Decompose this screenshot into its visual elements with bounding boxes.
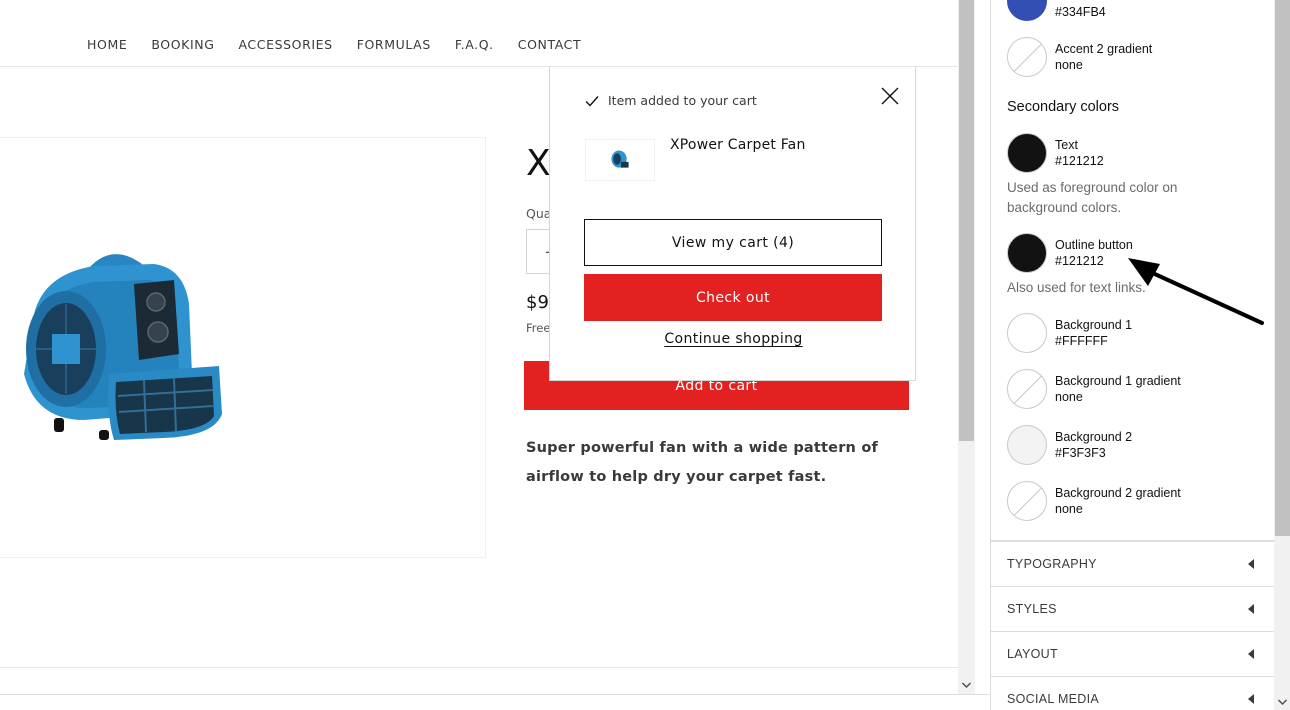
color-swatch-dark[interactable] — [1007, 233, 1047, 273]
swatch-value: #121212 — [1055, 254, 1104, 268]
cart-notification: Item added to your cart XPower Carpet Fa… — [549, 67, 916, 381]
secondary-colors-heading: Secondary colors — [1007, 99, 1120, 115]
swatch-name: Background 1 gradient — [1055, 374, 1181, 388]
nav-formulas-link[interactable]: FORMULAS — [357, 37, 431, 53]
swatch-value: none — [1055, 390, 1083, 404]
footer-divider — [0, 667, 958, 668]
cart-item-name: XPower Carpet Fan — [670, 137, 806, 153]
theme-settings-panel: #334FB4 Accent 2 gradient none Secondary… — [990, 0, 1290, 710]
swatch-row-background1-gradient[interactable]: Background 1 gradient none — [1007, 369, 1181, 409]
swatch-value: none — [1055, 58, 1083, 72]
scroll-down-arrow-icon[interactable] — [1277, 697, 1288, 707]
swatch-name: Background 2 gradient — [1055, 486, 1181, 500]
nav-accessories-link[interactable]: ACCESSORIES — [238, 37, 332, 53]
swatch-value: #334FB4 — [1055, 5, 1106, 19]
caret-left-icon — [1248, 649, 1254, 659]
section-label: SOCIAL MEDIA — [1007, 692, 1100, 706]
caret-left-icon — [1248, 604, 1254, 614]
swatch-name: Outline button — [1055, 238, 1133, 252]
nav-contact-link[interactable]: CONTACT — [518, 37, 581, 53]
color-swatch-none[interactable] — [1007, 37, 1047, 77]
view-cart-button[interactable]: View my cart (4) — [584, 219, 882, 266]
preview-scrollbar-thumb[interactable] — [959, 0, 974, 441]
section-typography[interactable]: TYPOGRAPHY — [991, 541, 1274, 586]
section-label: LAYOUT — [1007, 647, 1058, 661]
section-styles[interactable]: STYLES — [991, 586, 1274, 631]
swatch-row-outline-button[interactable]: Outline button #121212 — [1007, 233, 1133, 273]
swatch-row-background2-gradient[interactable]: Background 2 gradient none — [1007, 481, 1181, 521]
product-image-carpet-fan[interactable] — [14, 244, 224, 444]
swatch-name: Accent 2 gradient — [1055, 42, 1153, 56]
section-label: STYLES — [1007, 602, 1057, 616]
swatch-row-text[interactable]: Text #121212 — [1007, 133, 1104, 173]
quantity-label: Qua — [526, 206, 552, 221]
swatch-value: none — [1055, 502, 1083, 516]
caret-left-icon — [1248, 559, 1254, 569]
swatch-value: #FFFFFF — [1055, 334, 1108, 348]
preview-bottom-edge — [0, 694, 990, 695]
caret-left-icon — [1248, 694, 1254, 704]
main-nav: HOME BOOKING ACCESSORIES FORMULAS F.A.Q.… — [87, 37, 605, 53]
storefront-preview: HOME BOOKING ACCESSORIES FORMULAS F.A.Q.… — [0, 0, 958, 694]
color-swatch-light[interactable] — [1007, 425, 1047, 465]
swatch-name: Text — [1055, 138, 1078, 152]
panel-scrollbar[interactable] — [1274, 0, 1290, 710]
section-social-media[interactable]: SOCIAL MEDIA — [991, 676, 1274, 710]
swatch-row-accent2-gradient[interactable]: Accent 2 gradient none — [1007, 37, 1152, 77]
swatch-row-background2[interactable]: Background 2 #F3F3F3 — [1007, 425, 1132, 465]
shipping-note: Free — [526, 321, 551, 335]
product-title: X — [526, 143, 551, 184]
color-swatch-dark[interactable] — [1007, 133, 1047, 173]
section-label: TYPOGRAPHY — [1007, 557, 1097, 571]
cart-item-thumbnail — [585, 139, 655, 181]
nav-faq-link[interactable]: F.A.Q. — [455, 37, 494, 53]
outline-button-help: Also used for text links. — [1007, 280, 1146, 295]
swatch-row-background1[interactable]: Background 1 #FFFFFF — [1007, 313, 1132, 353]
nav-booking-link[interactable]: BOOKING — [151, 37, 214, 53]
close-icon[interactable] — [879, 85, 901, 107]
color-swatch-none[interactable] — [1007, 369, 1047, 409]
color-swatch-none[interactable] — [1007, 481, 1047, 521]
continue-shopping-link[interactable]: Continue shopping — [550, 331, 917, 347]
checkout-button[interactable]: Check out — [584, 274, 882, 321]
text-color-help: Used as foreground color on background c… — [1007, 180, 1178, 215]
preview-scrollbar[interactable] — [958, 0, 975, 694]
panel-scrollbar-thumb[interactable] — [1275, 0, 1290, 536]
check-icon — [585, 96, 599, 107]
color-swatch-white[interactable] — [1007, 313, 1047, 353]
swatch-row-accent[interactable]: #334FB4 — [1007, 0, 1106, 21]
swatch-name: Background 1 — [1055, 318, 1133, 332]
nav-home-link[interactable]: HOME — [87, 37, 127, 53]
swatch-value: #121212 — [1055, 154, 1104, 168]
scroll-down-arrow-icon[interactable] — [961, 680, 972, 690]
section-layout[interactable]: LAYOUT — [991, 631, 1274, 676]
product-description: Super powerful fan with a wide pattern o… — [526, 440, 878, 485]
cart-added-message: Item added to your cart — [608, 93, 757, 108]
swatch-name: Background 2 — [1055, 430, 1133, 444]
swatch-value: #F3F3F3 — [1055, 446, 1106, 460]
color-swatch-blue[interactable] — [1007, 0, 1047, 21]
